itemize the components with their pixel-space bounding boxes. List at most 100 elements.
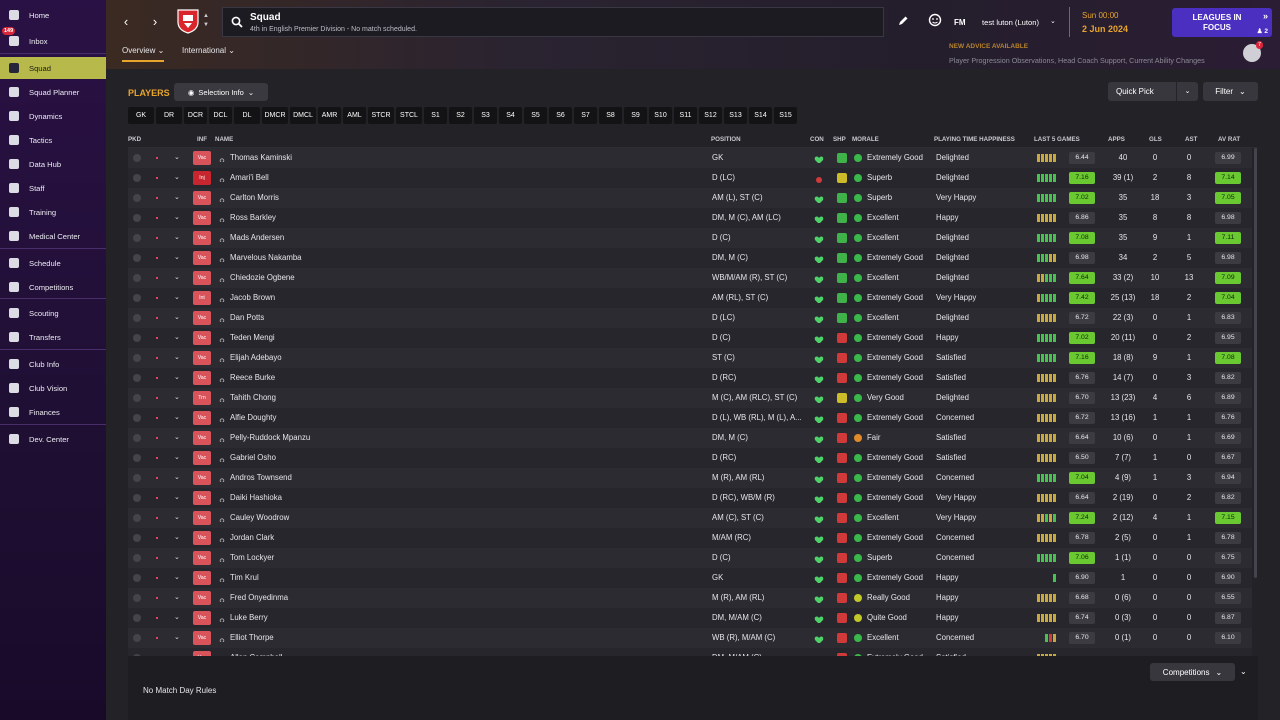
position-filter-s9[interactable]: S9 bbox=[624, 107, 647, 124]
sidebar-item-medical-center[interactable]: Medical Center bbox=[0, 225, 106, 247]
player-name[interactable]: Dan Potts bbox=[230, 308, 470, 328]
player-name[interactable]: Allan Campbell bbox=[230, 648, 470, 656]
club-crest-icon[interactable] bbox=[176, 8, 200, 34]
table-row[interactable]: ⌄ Vac Pelly-Ruddock Mpanzu DM, M (C) Fair Sat… bbox=[128, 428, 1252, 448]
sidebar-item-schedule[interactable]: Schedule bbox=[0, 252, 106, 274]
chevron-down-icon[interactable]: ⌄ bbox=[1050, 17, 1056, 25]
player-name[interactable]: Amari'i Bell bbox=[230, 168, 470, 188]
table-row[interactable]: ⌄ Vac Tom Lockyer D (C) Superb Concerned 7.06 1… bbox=[128, 548, 1252, 568]
row-chevron-down-icon[interactable]: ⌄ bbox=[174, 188, 180, 208]
pick-toggle[interactable] bbox=[133, 614, 141, 622]
row-chevron-down-icon[interactable]: ⌄ bbox=[174, 588, 180, 608]
sidebar-item-finances[interactable]: Finances bbox=[0, 401, 106, 423]
position-filter-s11[interactable]: S11 bbox=[674, 107, 697, 124]
player-name[interactable]: Reece Burke bbox=[230, 368, 470, 388]
sidebar-item-squad[interactable]: Squad bbox=[0, 57, 106, 79]
position-filter-dmcl[interactable]: DMCL bbox=[290, 107, 316, 124]
pick-toggle[interactable] bbox=[133, 554, 141, 562]
row-chevron-down-icon[interactable]: ⌄ bbox=[174, 488, 180, 508]
pick-toggle[interactable] bbox=[133, 414, 141, 422]
selection-info-button[interactable]: ◉ Selection Info ⌄ bbox=[174, 83, 268, 101]
pick-toggle[interactable] bbox=[133, 454, 141, 462]
pick-toggle[interactable] bbox=[133, 334, 141, 342]
position-filter-s12[interactable]: S12 bbox=[699, 107, 722, 124]
sidebar-item-inbox[interactable]: Inbox 149 bbox=[0, 27, 106, 52]
row-chevron-down-icon[interactable]: ⌄ bbox=[174, 368, 180, 388]
pick-toggle[interactable] bbox=[133, 394, 141, 402]
pick-toggle[interactable] bbox=[133, 574, 141, 582]
position-filter-dl[interactable]: DL bbox=[234, 107, 260, 124]
row-chevron-down-icon[interactable]: ⌄ bbox=[174, 208, 180, 228]
position-filter-gk[interactable]: GK bbox=[128, 107, 154, 124]
sidebar-item-scouting[interactable]: Scouting bbox=[0, 302, 106, 324]
table-row[interactable]: ⌄ Vac Elijah Adebayo ST (C) Extremely Good Sa… bbox=[128, 348, 1252, 368]
player-name[interactable]: Alfie Doughty bbox=[230, 408, 470, 428]
sidebar-item-tactics[interactable]: Tactics bbox=[0, 129, 106, 151]
player-name[interactable]: Tom Lockyer bbox=[230, 548, 470, 568]
row-chevron-down-icon[interactable]: ⌄ bbox=[174, 468, 180, 488]
manager-face-icon[interactable] bbox=[928, 13, 942, 27]
player-name[interactable]: Cauley Woodrow bbox=[230, 508, 470, 528]
col-name[interactable]: NAME bbox=[215, 136, 233, 143]
row-chevron-down-icon[interactable]: ⌄ bbox=[174, 388, 180, 408]
sidebar-item-data-hub[interactable]: Data Hub bbox=[0, 153, 106, 175]
position-filter-s7[interactable]: S7 bbox=[574, 107, 597, 124]
player-name[interactable]: Tim Krul bbox=[230, 568, 470, 588]
pick-toggle[interactable] bbox=[133, 154, 141, 162]
pick-toggle[interactable] bbox=[133, 294, 141, 302]
tab-overview[interactable]: Overview ⌄ bbox=[122, 46, 165, 62]
row-chevron-down-icon[interactable]: ⌄ bbox=[174, 268, 180, 288]
player-name[interactable]: Fred Onyedinma bbox=[230, 588, 470, 608]
table-row[interactable]: ⌄ Vac Alfie Doughty D (L), WB (RL), M (L), … bbox=[128, 408, 1252, 428]
col-ast[interactable]: AST bbox=[1185, 136, 1197, 143]
row-chevron-down-icon[interactable]: ⌄ bbox=[174, 288, 180, 308]
table-row[interactable]: ⌄ Vac Mads Andersen D (C) Excellent Delighted… bbox=[128, 228, 1252, 248]
table-row[interactable]: ⌄ Vac Jordan Clark M/AM (RC) Extremely Good C… bbox=[128, 528, 1252, 548]
pick-toggle[interactable] bbox=[133, 354, 141, 362]
table-row[interactable]: ⌄ Vac Fred Onyedinma M (R), AM (RL) Really G… bbox=[128, 588, 1252, 608]
fm-label[interactable]: FM bbox=[954, 18, 966, 27]
position-filter-s6[interactable]: S6 bbox=[549, 107, 572, 124]
pick-toggle[interactable] bbox=[133, 234, 141, 242]
competitions-dropdown[interactable]: Competitions ⌄ bbox=[1150, 663, 1235, 681]
col-morale[interactable]: MORALE bbox=[852, 136, 879, 143]
position-filter-s4[interactable]: S4 bbox=[499, 107, 522, 124]
pick-toggle[interactable] bbox=[133, 174, 141, 182]
position-filter-dcr[interactable]: DCR bbox=[184, 107, 207, 124]
col-con[interactable]: CON bbox=[810, 136, 824, 143]
player-name[interactable]: Jordan Clark bbox=[230, 528, 470, 548]
row-chevron-down-icon[interactable]: ⌄ bbox=[174, 548, 180, 568]
player-name[interactable]: Luke Berry bbox=[230, 608, 470, 628]
col-avrat[interactable]: AV RAT bbox=[1218, 136, 1240, 143]
table-row[interactable]: ⌄ Vac Thomas Kaminski GK Extremely Good Delig… bbox=[128, 148, 1252, 168]
position-filter-s1[interactable]: S1 bbox=[424, 107, 447, 124]
position-filter-s10[interactable]: S10 bbox=[649, 107, 672, 124]
position-filter-s3[interactable]: S3 bbox=[474, 107, 497, 124]
position-filter-amr[interactable]: AMR bbox=[318, 107, 341, 124]
table-row[interactable]: ⌄ Vac Carlton Morris AM (L), ST (C) Superb Ve… bbox=[128, 188, 1252, 208]
player-name[interactable]: Gabriel Osho bbox=[230, 448, 470, 468]
table-row[interactable]: ⌄ Vac Chiedozie Ogbene WB/M/AM (R), ST (C) E… bbox=[128, 268, 1252, 288]
position-filter-dcl[interactable]: DCL bbox=[209, 107, 232, 124]
table-row[interactable]: ⌄ Vac Gabriel Osho D (RC) Extremely Good Sati… bbox=[128, 448, 1252, 468]
position-filter-s5[interactable]: S5 bbox=[524, 107, 547, 124]
table-row[interactable]: ⌄ Int Jacob Brown AM (RL), ST (C) Extremely … bbox=[128, 288, 1252, 308]
col-apps[interactable]: APPS bbox=[1108, 136, 1125, 143]
sidebar-item-training[interactable]: Training bbox=[0, 201, 106, 223]
row-chevron-down-icon[interactable]: ⌄ bbox=[174, 148, 180, 168]
player-name[interactable]: Daiki Hashioka bbox=[230, 488, 470, 508]
sidebar-item-transfers[interactable]: Transfers bbox=[0, 326, 106, 348]
player-name[interactable]: Andros Townsend bbox=[230, 468, 470, 488]
position-filter-aml[interactable]: AML bbox=[343, 107, 366, 124]
col-last5[interactable]: LAST 5 GAMES bbox=[1034, 136, 1080, 143]
player-name[interactable]: Thomas Kaminski bbox=[230, 148, 470, 168]
sidebar-item-dynamics[interactable]: Dynamics bbox=[0, 105, 106, 127]
sidebar-item-club-info[interactable]: Club Info bbox=[0, 353, 106, 375]
continue-button[interactable]: LEAGUES IN FOCUS » ♟ 2 bbox=[1172, 8, 1272, 37]
row-chevron-down-icon[interactable]: ⌄ bbox=[174, 428, 180, 448]
col-happiness[interactable]: PLAYING TIME HAPPINESS bbox=[934, 136, 1015, 143]
table-row[interactable]: ⌄ Vac Elliot Thorpe WB (R), M/AM (C) Excelle… bbox=[128, 628, 1252, 648]
table-row[interactable]: ⌄VacAllan CampbellDM, M/AM (C)Extremely … bbox=[128, 648, 1252, 656]
table-row[interactable]: ⌄ Vac Teden Mengi D (C) Extremely Good Happy 7… bbox=[128, 328, 1252, 348]
table-row[interactable]: ⌄ Vac Daiki Hashioka D (RC), WB/M (R) Extrem… bbox=[128, 488, 1252, 508]
